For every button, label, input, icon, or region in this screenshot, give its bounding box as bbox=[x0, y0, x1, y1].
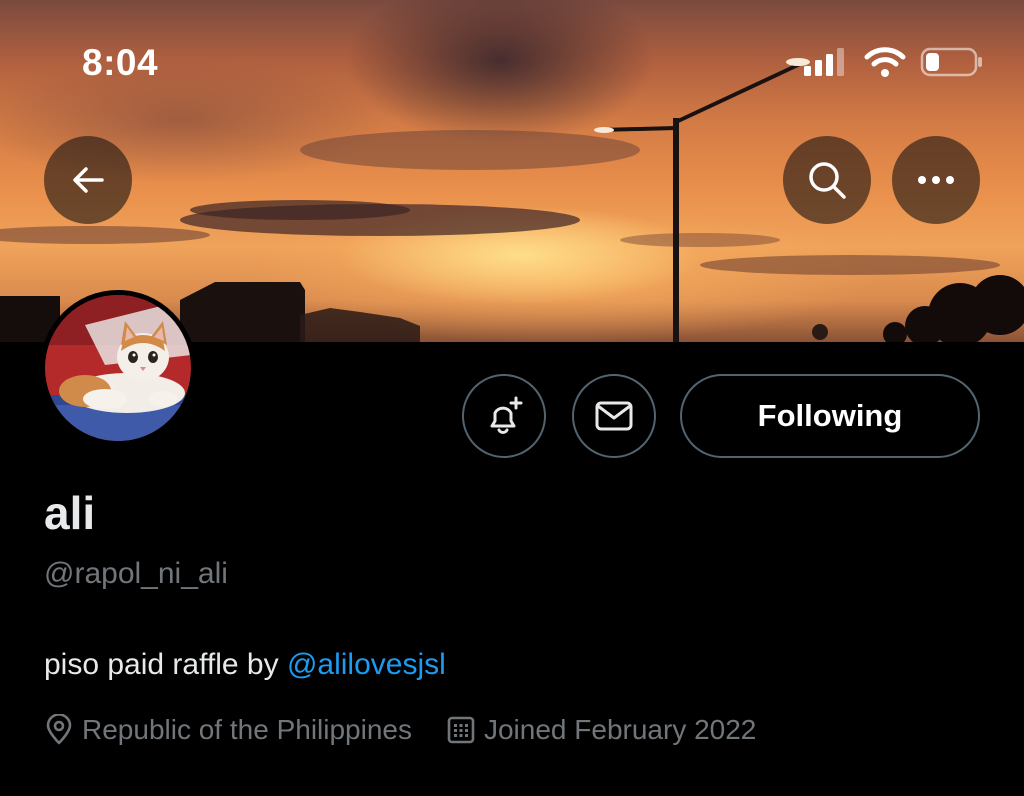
status-time: 8:04 bbox=[82, 42, 159, 83]
bio-text: piso paid raffle by bbox=[44, 648, 287, 681]
more-horizontal-icon bbox=[918, 176, 954, 184]
profile-bio: piso paid raffle by @alilovesjsl bbox=[44, 648, 446, 682]
avatar-image bbox=[45, 295, 191, 441]
cat-avatar-image bbox=[45, 295, 191, 441]
envelope-icon bbox=[595, 401, 633, 431]
bio-mention-link[interactable]: @alilovesjsl bbox=[287, 648, 446, 681]
status-icons bbox=[802, 46, 984, 78]
message-button[interactable] bbox=[572, 374, 656, 458]
profile-joined: Joined February 2022 bbox=[446, 714, 756, 746]
notifications-button[interactable] bbox=[462, 374, 546, 458]
battery-icon bbox=[920, 47, 982, 77]
following-button[interactable]: Following bbox=[680, 374, 980, 458]
calendar-icon bbox=[447, 716, 475, 744]
location-pin-icon bbox=[46, 714, 72, 745]
location-text: Republic of the Philippines bbox=[82, 714, 412, 745]
arrow-left-icon bbox=[73, 167, 104, 193]
profile-avatar[interactable] bbox=[40, 290, 196, 446]
search-button[interactable] bbox=[783, 136, 871, 224]
bell-plus-icon bbox=[490, 396, 523, 434]
search-icon bbox=[809, 162, 846, 199]
cellular-signal-icon bbox=[804, 48, 844, 76]
back-button[interactable] bbox=[44, 136, 132, 224]
profile-banner[interactable]: 8:04 bbox=[0, 0, 1024, 342]
profile-meta: Republic of the Philippines Joined Febru… bbox=[44, 714, 790, 746]
wifi-icon bbox=[864, 47, 906, 77]
profile-name: ali bbox=[44, 487, 96, 539]
profile-handle: @rapol_ni_ali bbox=[44, 557, 228, 590]
profile-location: Republic of the Philippines bbox=[44, 714, 412, 746]
more-options-button[interactable] bbox=[892, 136, 980, 224]
joined-text: Joined February 2022 bbox=[483, 714, 757, 745]
